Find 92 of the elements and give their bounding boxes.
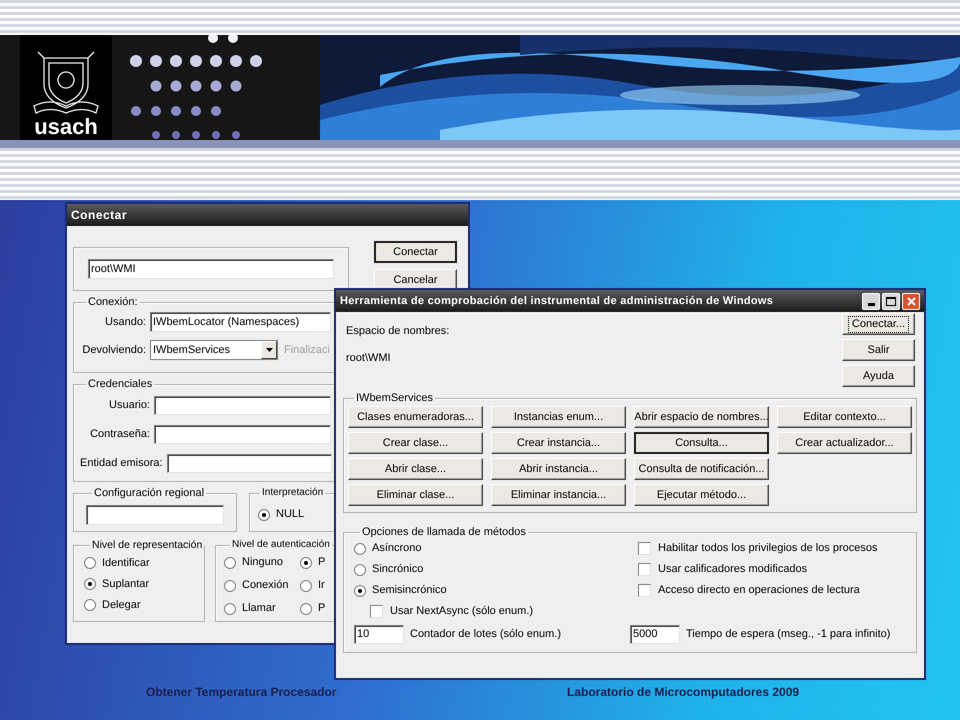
field-label: Usuario: — [108, 398, 150, 414]
maximize-icon — [886, 296, 896, 306]
field-label: Contador de lotes (sólo enum.) — [410, 626, 562, 642]
group-label: Nivel de representación — [91, 540, 204, 550]
disabled-label: Finalizaci — [284, 342, 330, 358]
text-field[interactable] — [166, 454, 332, 473]
dialog-button[interactable]: Editar contexto... — [777, 406, 912, 428]
radio-button[interactable] — [84, 599, 96, 611]
checkbox[interactable] — [638, 563, 651, 576]
text-field[interactable]: 10 — [354, 624, 404, 644]
radio-label: Suplantar — [102, 576, 150, 592]
dialog-button[interactable]: Eliminar clase... — [348, 484, 483, 506]
radio-button[interactable] — [300, 602, 312, 614]
dialog-button[interactable]: Crear actualizador... — [777, 432, 912, 454]
field-label: Devolviendo: — [81, 342, 146, 358]
radio-label: Semisincrónico — [372, 583, 447, 598]
radio-button[interactable] — [224, 602, 236, 614]
dropdown[interactable]: IWbemServices — [150, 340, 278, 360]
radio-label: Llamar — [242, 601, 276, 616]
close-icon — [906, 296, 916, 306]
radio-button[interactable] — [300, 580, 312, 592]
radio-button[interactable] — [354, 542, 366, 554]
field-label: Contraseña: — [89, 427, 150, 442]
checkbox[interactable] — [370, 605, 383, 618]
field-label: Usando: — [104, 314, 146, 330]
text-field[interactable] — [154, 425, 331, 444]
radio-button[interactable] — [84, 557, 96, 569]
radio-button[interactable] — [224, 556, 236, 568]
text-field[interactable] — [86, 505, 224, 525]
text-field[interactable]: 5000 — [630, 624, 680, 644]
dialog-button[interactable]: Abrir clase... — [348, 458, 483, 480]
footer-text: Laboratorio de Microcomputadores 2009 — [567, 684, 800, 701]
radio-label: Conexión — [242, 578, 288, 594]
dialog-button[interactable]: Consulta... — [634, 432, 769, 454]
caret-icon — [266, 348, 272, 352]
radio-label: Asíncrono — [372, 541, 422, 556]
radio-label: P — [318, 555, 326, 570]
dialog-button[interactable]: Abrir espacio de nombres... — [634, 406, 769, 428]
dialog-button[interactable]: Crear instancia... — [491, 432, 626, 454]
group-label: Nivel de autenticación — [231, 540, 331, 550]
window-title: Conectar — [71, 207, 128, 224]
text-field[interactable]: IWbemLocator (Namespaces) — [150, 312, 331, 332]
radio-label: P — [318, 601, 326, 616]
dialog-button[interactable]: Abrir instancia... — [491, 458, 626, 480]
dialog-button[interactable]: Instancias enum... — [491, 406, 626, 428]
radio-label: Sincrónico — [372, 562, 424, 578]
radio-button[interactable] — [258, 508, 270, 520]
radio-label: NULL — [276, 507, 304, 522]
radio-button[interactable] — [354, 564, 366, 576]
namespace-value: root\WMI — [346, 350, 392, 366]
radio-label: Ir — [318, 578, 325, 594]
checkbox[interactable] — [638, 542, 651, 555]
dialog-button[interactable]: Clases enumeradoras... — [348, 406, 483, 428]
window-title: Herramienta de comprobación del instrumental de administración de Windows — [340, 294, 774, 309]
radio-button[interactable] — [300, 556, 312, 568]
group-label: Opciones de llamada de métodos — [361, 527, 527, 538]
group-label: Interpretación — [261, 488, 324, 498]
dialog-button[interactable]: Crear clase... — [348, 432, 483, 454]
text-field[interactable] — [154, 396, 331, 415]
minimize-button[interactable] — [862, 292, 880, 310]
group-label: Configuración regional — [93, 488, 206, 499]
checkbox[interactable] — [638, 584, 651, 597]
group-label: IWbemServices — [355, 393, 434, 404]
field-label: Tiempo de espera (mseg., -1 para infinito) — [686, 626, 890, 642]
logo-text: usach — [34, 116, 98, 138]
group-label: Credenciales — [87, 379, 154, 390]
dialog-button[interactable]: Salir — [842, 339, 915, 361]
radio-label: Delegar — [102, 598, 141, 613]
checkbox-label: Usar NextAsync (sólo enum.) — [390, 604, 534, 620]
field-label: Entidad emisora: — [80, 456, 163, 472]
dialog-button[interactable]: Consulta de notificación... — [634, 458, 769, 480]
dropdown-value: IWbemServices — [153, 342, 230, 358]
footer-text: Obtener Temperatura Procesador — [146, 684, 337, 701]
field-label: Espacio de nombres: — [346, 324, 450, 339]
dialog-button[interactable]: Ejecutar método... — [634, 484, 769, 506]
radio-label: Identificar — [102, 556, 150, 571]
dialog-button[interactable]: Conectar... — [842, 313, 915, 335]
radio-label: Ninguno — [242, 555, 283, 570]
radio-button[interactable] — [84, 578, 96, 590]
dialog-button[interactable]: Ayuda — [842, 365, 915, 387]
dialog-button[interactable]: Eliminar instancia... — [491, 484, 626, 506]
checkbox-label: Usar calificadores modificados — [658, 562, 808, 578]
radio-button[interactable] — [224, 580, 236, 592]
radio-button[interactable] — [354, 584, 366, 596]
text-field[interactable]: root\WMI — [88, 259, 334, 279]
dialog-button[interactable]: Conectar — [374, 241, 457, 263]
minimize-icon — [868, 302, 874, 306]
close-button[interactable] — [902, 292, 920, 310]
checkbox-label: Habilitar todos los privilegios de los procesos — [658, 541, 878, 556]
checkbox-label: Acceso directo en operaciones de lectura — [658, 583, 860, 598]
maximize-button[interactable] — [882, 292, 900, 310]
group-label: Conexión: — [87, 297, 139, 308]
